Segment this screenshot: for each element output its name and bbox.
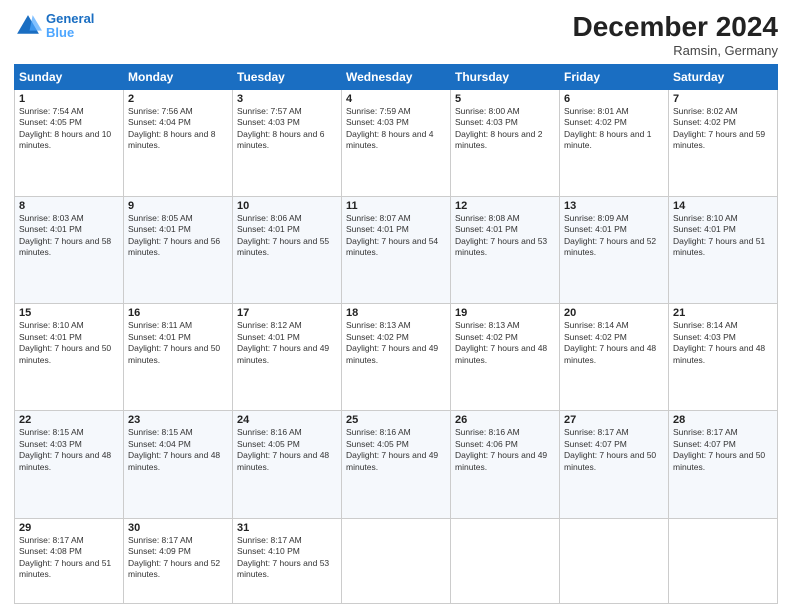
week-row-2: 8 Sunrise: 8:03 AMSunset: 4:01 PMDayligh… bbox=[15, 197, 778, 304]
day-17: 17 Sunrise: 8:12 AMSunset: 4:01 PMDaylig… bbox=[233, 304, 342, 411]
day-26: 26 Sunrise: 8:16 AMSunset: 4:06 PMDaylig… bbox=[451, 411, 560, 518]
empty-cell-3 bbox=[560, 518, 669, 603]
header-thursday: Thursday bbox=[451, 64, 560, 89]
calendar-table: Sunday Monday Tuesday Wednesday Thursday… bbox=[14, 64, 778, 604]
day-9: 9 Sunrise: 8:05 AMSunset: 4:01 PMDayligh… bbox=[124, 197, 233, 304]
month-title: December 2024 bbox=[573, 12, 778, 43]
day-10: 10 Sunrise: 8:06 AMSunset: 4:01 PMDaylig… bbox=[233, 197, 342, 304]
day-31: 31 Sunrise: 8:17 AMSunset: 4:10 PMDaylig… bbox=[233, 518, 342, 603]
week-row-1: 1 Sunrise: 7:54 AMSunset: 4:05 PMDayligh… bbox=[15, 89, 778, 196]
empty-cell-1 bbox=[342, 518, 451, 603]
day-23: 23 Sunrise: 8:15 AMSunset: 4:04 PMDaylig… bbox=[124, 411, 233, 518]
day-8: 8 Sunrise: 8:03 AMSunset: 4:01 PMDayligh… bbox=[15, 197, 124, 304]
page: General Blue December 2024 Ramsin, Germa… bbox=[0, 0, 792, 612]
header: General Blue December 2024 Ramsin, Germa… bbox=[14, 12, 778, 58]
day-2: 2 Sunrise: 7:56 AMSunset: 4:04 PMDayligh… bbox=[124, 89, 233, 196]
calendar-header-row: Sunday Monday Tuesday Wednesday Thursday… bbox=[15, 64, 778, 89]
week-row-4: 22 Sunrise: 8:15 AMSunset: 4:03 PMDaylig… bbox=[15, 411, 778, 518]
day-6: 6 Sunrise: 8:01 AMSunset: 4:02 PMDayligh… bbox=[560, 89, 669, 196]
header-saturday: Saturday bbox=[669, 64, 778, 89]
week-row-5: 29 Sunrise: 8:17 AMSunset: 4:08 PMDaylig… bbox=[15, 518, 778, 603]
day-20: 20 Sunrise: 8:14 AMSunset: 4:02 PMDaylig… bbox=[560, 304, 669, 411]
day-5: 5 Sunrise: 8:00 AMSunset: 4:03 PMDayligh… bbox=[451, 89, 560, 196]
header-sunday: Sunday bbox=[15, 64, 124, 89]
day-24: 24 Sunrise: 8:16 AMSunset: 4:05 PMDaylig… bbox=[233, 411, 342, 518]
title-block: December 2024 Ramsin, Germany bbox=[573, 12, 778, 58]
header-monday: Monday bbox=[124, 64, 233, 89]
day-22: 22 Sunrise: 8:15 AMSunset: 4:03 PMDaylig… bbox=[15, 411, 124, 518]
day-18: 18 Sunrise: 8:13 AMSunset: 4:02 PMDaylig… bbox=[342, 304, 451, 411]
day-21: 21 Sunrise: 8:14 AMSunset: 4:03 PMDaylig… bbox=[669, 304, 778, 411]
day-3: 3 Sunrise: 7:57 AMSunset: 4:03 PMDayligh… bbox=[233, 89, 342, 196]
empty-cell-2 bbox=[451, 518, 560, 603]
week-row-3: 15 Sunrise: 8:10 AMSunset: 4:01 PMDaylig… bbox=[15, 304, 778, 411]
empty-cell-4 bbox=[669, 518, 778, 603]
header-friday: Friday bbox=[560, 64, 669, 89]
day-4: 4 Sunrise: 7:59 AMSunset: 4:03 PMDayligh… bbox=[342, 89, 451, 196]
logo-text: General Blue bbox=[46, 12, 94, 41]
day-13: 13 Sunrise: 8:09 AMSunset: 4:01 PMDaylig… bbox=[560, 197, 669, 304]
header-wednesday: Wednesday bbox=[342, 64, 451, 89]
day-27: 27 Sunrise: 8:17 AMSunset: 4:07 PMDaylig… bbox=[560, 411, 669, 518]
day-29: 29 Sunrise: 8:17 AMSunset: 4:08 PMDaylig… bbox=[15, 518, 124, 603]
day-11: 11 Sunrise: 8:07 AMSunset: 4:01 PMDaylig… bbox=[342, 197, 451, 304]
location: Ramsin, Germany bbox=[573, 43, 778, 58]
header-tuesday: Tuesday bbox=[233, 64, 342, 89]
day-1: 1 Sunrise: 7:54 AMSunset: 4:05 PMDayligh… bbox=[15, 89, 124, 196]
day-25: 25 Sunrise: 8:16 AMSunset: 4:05 PMDaylig… bbox=[342, 411, 451, 518]
day-15: 15 Sunrise: 8:10 AMSunset: 4:01 PMDaylig… bbox=[15, 304, 124, 411]
day-12: 12 Sunrise: 8:08 AMSunset: 4:01 PMDaylig… bbox=[451, 197, 560, 304]
day-28: 28 Sunrise: 8:17 AMSunset: 4:07 PMDaylig… bbox=[669, 411, 778, 518]
logo-icon bbox=[14, 12, 42, 40]
day-14: 14 Sunrise: 8:10 AMSunset: 4:01 PMDaylig… bbox=[669, 197, 778, 304]
day-7: 7 Sunrise: 8:02 AMSunset: 4:02 PMDayligh… bbox=[669, 89, 778, 196]
logo: General Blue bbox=[14, 12, 94, 41]
day-19: 19 Sunrise: 8:13 AMSunset: 4:02 PMDaylig… bbox=[451, 304, 560, 411]
day-16: 16 Sunrise: 8:11 AMSunset: 4:01 PMDaylig… bbox=[124, 304, 233, 411]
day-30: 30 Sunrise: 8:17 AMSunset: 4:09 PMDaylig… bbox=[124, 518, 233, 603]
